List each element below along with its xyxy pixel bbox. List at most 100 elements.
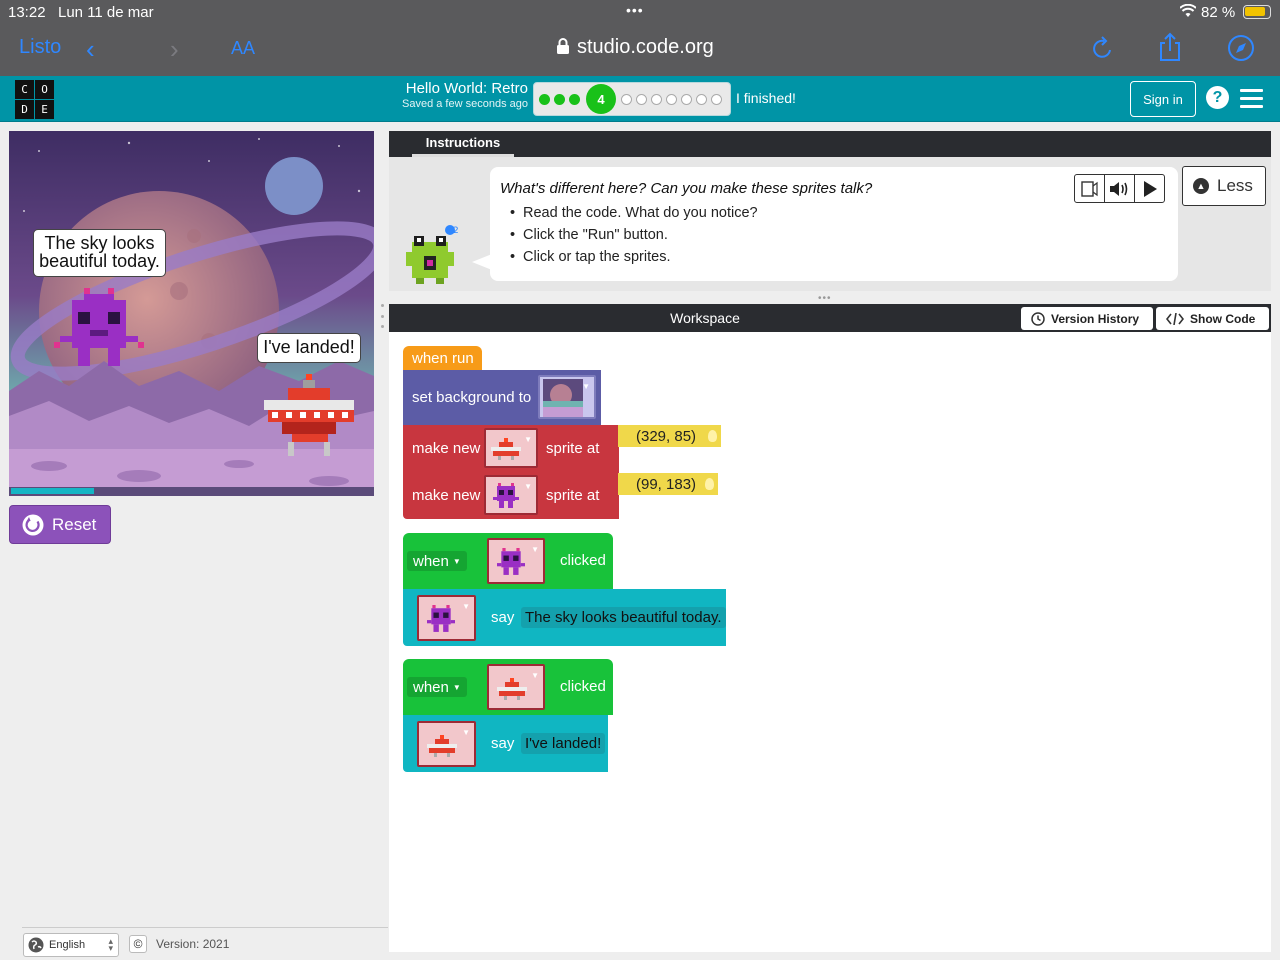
level-dot-todo[interactable] — [651, 94, 662, 105]
dropdown-arrow-icon: ▼ — [531, 671, 539, 680]
location-pin-icon[interactable] — [708, 430, 717, 442]
address-bar[interactable]: studio.code.org — [556, 36, 714, 59]
share-icon[interactable] — [1157, 32, 1183, 62]
say-text-input-ufo[interactable]: I've landed! — [521, 733, 606, 754]
show-code-button[interactable]: Show Code — [1156, 307, 1269, 330]
ios-status-bar: 13:22 Lun 11 de mar ••• 82 % — [0, 0, 1280, 24]
status-date: Lun 11 de mar — [58, 4, 154, 21]
play-icon[interactable] — [1135, 175, 1164, 202]
back-icon[interactable]: ‹ — [86, 34, 95, 65]
level-dot-completed[interactable] — [554, 94, 565, 105]
level-dot-todo[interactable] — [621, 94, 632, 105]
say-label: say — [491, 735, 515, 752]
version-history-button[interactable]: Version History — [1021, 307, 1153, 330]
make-new-sprite-block-ufo[interactable]: make new ▼ sprite at — [403, 425, 619, 472]
when-sprite-clicked-block-ufo[interactable]: when ▼ ▼ clicked — [403, 659, 613, 715]
game-canvas[interactable] — [9, 131, 374, 496]
sign-in-button[interactable]: Sign in — [1130, 81, 1196, 117]
version-history-label: Version History — [1051, 311, 1140, 326]
clicked-label: clicked — [560, 678, 606, 695]
globe-icon — [28, 937, 44, 953]
location-input-ufo[interactable]: (329, 85) — [618, 425, 721, 447]
reset-label: Reset — [52, 514, 97, 534]
instructions-item: Read the code. What do you notice? — [510, 205, 758, 227]
dropdown-arrow-icon: ▼ — [452, 682, 461, 692]
level-progress: 4 — [533, 82, 731, 116]
location-pin-icon[interactable] — [705, 478, 714, 490]
reload-icon[interactable] — [1092, 36, 1114, 60]
level-dot-todo[interactable] — [666, 94, 677, 105]
level-dot-completed[interactable] — [569, 94, 580, 105]
instructions-item: Click the "Run" button. — [510, 227, 758, 249]
ufo-sprite-picker[interactable]: ▼ — [484, 428, 538, 468]
level-dot-todo[interactable] — [681, 94, 692, 105]
location-value: (99, 183) — [636, 475, 697, 493]
dropdown-arrow-icon: ▼ — [462, 602, 470, 611]
language-select[interactable]: English ▴ ▾ — [23, 933, 119, 957]
version-text: Version: 2021 — [156, 937, 230, 951]
forward-icon[interactable]: › — [170, 34, 179, 65]
reset-button[interactable]: Reset — [9, 505, 111, 544]
sprite-say-block-alien[interactable]: ▼ say The sky looks beautiful today. — [403, 589, 726, 646]
bot-badge: 2 — [453, 226, 458, 236]
make-new-sprite-block-alien[interactable]: make new ▼ sprite at — [403, 472, 619, 519]
hamburger-menu-icon[interactable] — [1240, 89, 1263, 108]
location-input-alien[interactable]: (99, 183) — [618, 473, 718, 495]
lesson-title[interactable]: Hello World: Retro — [378, 80, 528, 97]
vertical-resize-handle[interactable]: ••• — [818, 293, 832, 304]
save-status: Saved a few seconds ago — [402, 98, 528, 110]
dropdown-arrow-icon: ▼ — [524, 482, 532, 491]
sprite-at-label: sprite at — [546, 440, 600, 457]
when-sprite-clicked-block-alien[interactable]: when ▼ ▼ clicked — [403, 533, 613, 589]
site-header: C O D E Hello World: Retro Saved a few s… — [0, 76, 1280, 122]
event-type-dropdown[interactable]: when ▼ — [407, 677, 467, 697]
clicked-label: clicked — [560, 552, 606, 569]
language-value: English — [49, 939, 86, 951]
instructions-question: What's different here? Can you make thes… — [500, 180, 873, 197]
finished-link[interactable]: I finished! — [736, 90, 796, 106]
less-label: Less — [1217, 176, 1253, 195]
text-size-button[interactable]: AA — [231, 38, 255, 59]
copyright-button[interactable]: © — [129, 935, 147, 953]
when-run-block[interactable]: when run — [403, 346, 482, 372]
make-new-label: make new — [412, 487, 481, 504]
level-dot-todo[interactable] — [636, 94, 647, 105]
set-background-label: set background to — [412, 389, 532, 406]
say-text-input-alien[interactable]: The sky looks beautiful today. — [521, 607, 726, 628]
background-picker[interactable]: ▼ — [538, 375, 596, 419]
tab-instructions[interactable]: Instructions — [412, 131, 514, 157]
code-org-logo[interactable]: C O D E — [15, 80, 54, 119]
footer-divider — [22, 927, 388, 928]
wifi-icon — [1180, 4, 1196, 17]
show-code-label: Show Code — [1190, 311, 1256, 326]
alien-sprite-picker[interactable]: ▼ — [417, 595, 476, 641]
level-dot-current[interactable]: 4 — [586, 84, 616, 114]
volume-icon[interactable] — [1105, 175, 1135, 202]
alien-sprite-picker[interactable]: ▼ — [484, 475, 538, 515]
multitasking-dots-icon[interactable]: ••• — [626, 2, 644, 18]
panel-resize-handle[interactable] — [378, 304, 386, 328]
small-planet — [265, 157, 323, 215]
set-background-block[interactable]: set background to ▼ — [403, 370, 601, 425]
speech-bubble-ufo: I've landed! — [257, 333, 361, 363]
read-aloud-settings-icon[interactable] — [1075, 175, 1105, 202]
workspace-title: Workspace — [670, 310, 740, 326]
less-button[interactable]: ▲ Less — [1182, 166, 1266, 206]
level-dot-completed[interactable] — [539, 94, 550, 105]
text-to-speech-controls — [1074, 174, 1165, 203]
event-type-dropdown[interactable]: when ▼ — [407, 551, 467, 571]
ufo-sprite-picker[interactable]: ▼ — [487, 664, 545, 710]
ufo-sprite-picker[interactable]: ▼ — [417, 721, 476, 767]
done-button[interactable]: Listo — [19, 36, 61, 59]
logo-letter: C — [15, 80, 34, 99]
dropdown-arrow-icon: ▼ — [582, 382, 590, 391]
compass-icon[interactable] — [1227, 34, 1255, 62]
alien-sprite-picker[interactable]: ▼ — [487, 538, 545, 584]
level-dot-todo[interactable] — [711, 94, 722, 105]
help-icon[interactable]: ? — [1206, 86, 1229, 109]
level-dot-todo[interactable] — [696, 94, 707, 105]
sprite-say-block-ufo[interactable]: ▼ say I've landed! — [403, 715, 608, 772]
dropdown-arrow-icon: ▼ — [531, 545, 539, 554]
when-label: when — [413, 678, 449, 696]
instructions-header — [389, 131, 1271, 157]
